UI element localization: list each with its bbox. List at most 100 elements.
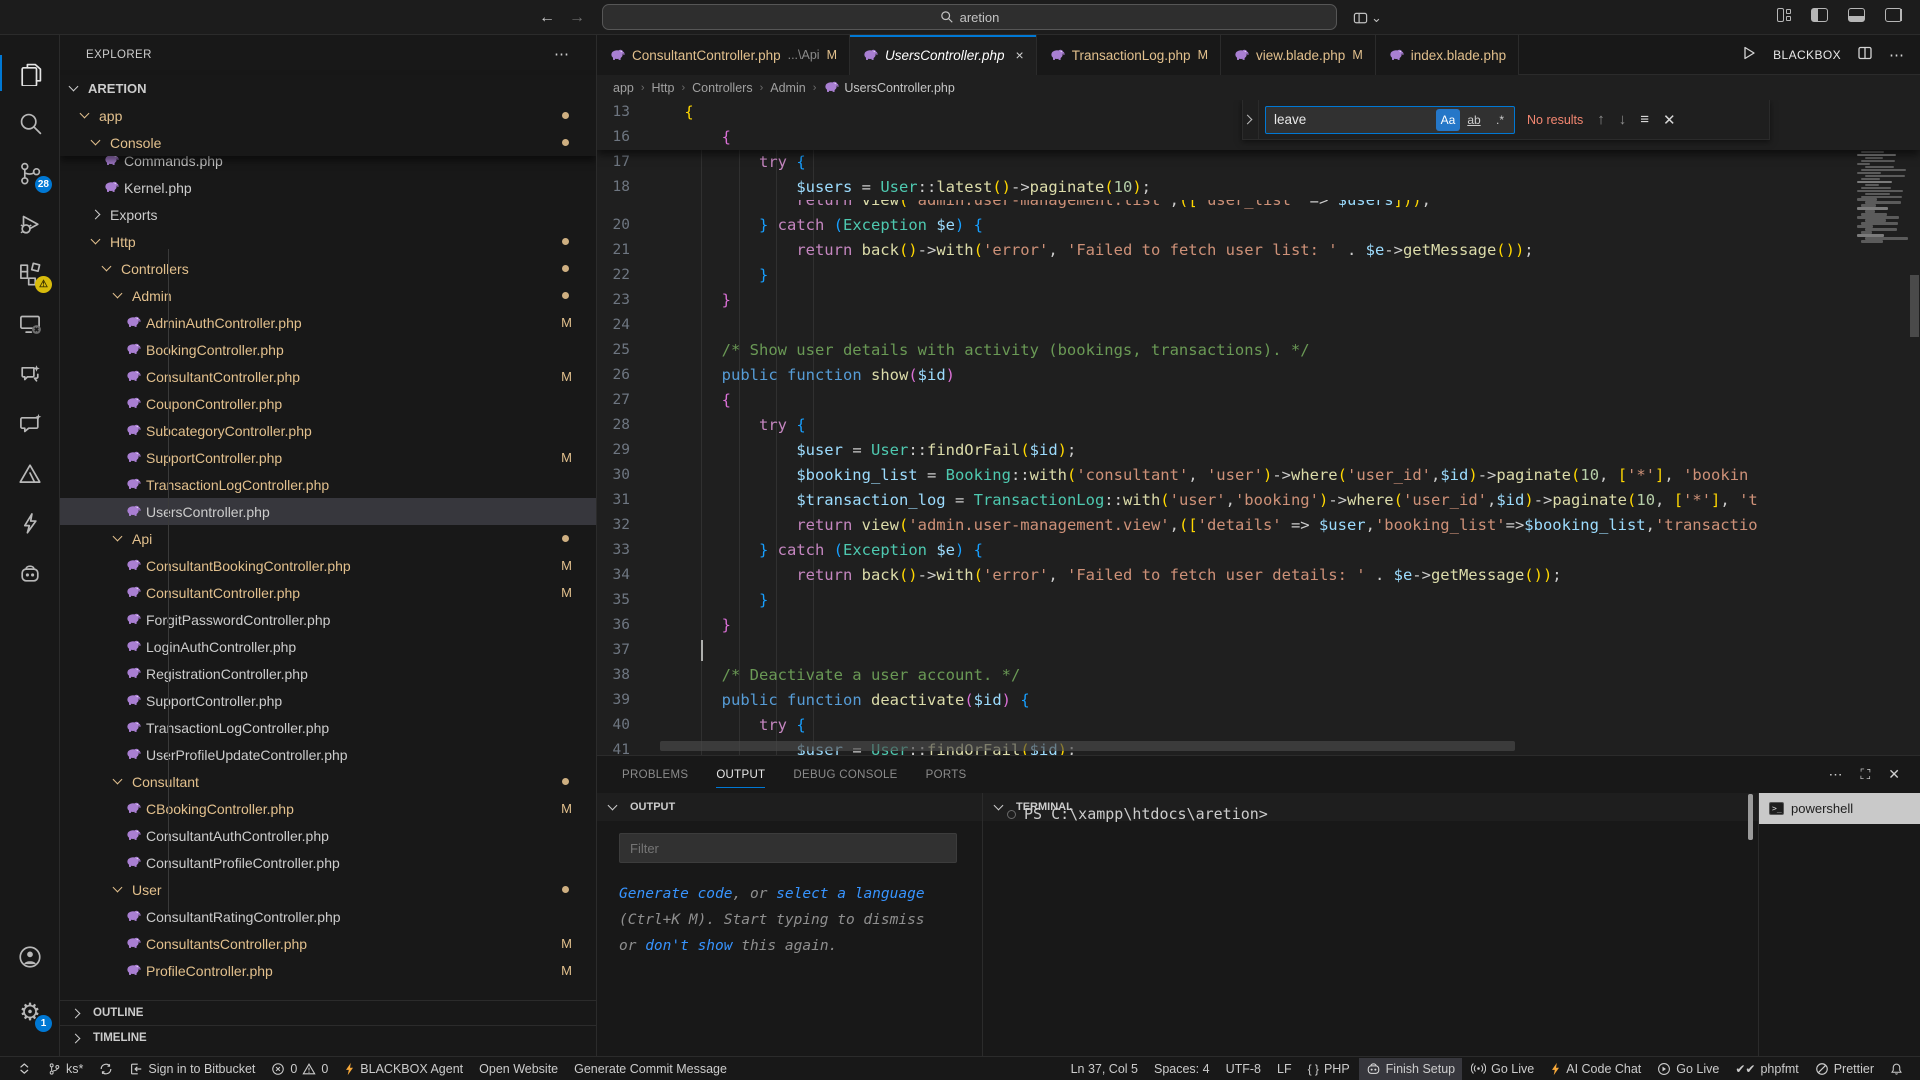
tree-file-Commands.php[interactable]: Commands.php	[60, 156, 596, 174]
status-sync[interactable]	[92, 1058, 120, 1080]
code-line-25[interactable]: 25 /* Show user details with activity (b…	[597, 338, 1920, 363]
code-line-39[interactable]: 39 public function deactivate($id) {	[597, 688, 1920, 713]
vertical-scrollbar[interactable]	[1910, 275, 1919, 337]
find-close-icon[interactable]: ✕	[1663, 111, 1676, 129]
status-indentation[interactable]: Spaces: 4	[1147, 1058, 1217, 1080]
tree-folder-Controllers[interactable]: Controllers	[60, 255, 596, 282]
find-input[interactable]	[1266, 112, 1436, 127]
status-git-branch[interactable]: ks*	[41, 1058, 90, 1080]
match-case-button[interactable]: Aa	[1436, 109, 1460, 131]
tree-file-UsersController.php[interactable]: UsersController.php	[60, 498, 596, 525]
status-notifications[interactable]	[1883, 1058, 1910, 1080]
status-ai-code-chat[interactable]: AI Code Chat	[1543, 1058, 1648, 1080]
toggle-panel-icon[interactable]	[1848, 8, 1865, 22]
whole-word-button[interactable]: ab	[1462, 109, 1486, 131]
panel-more-icon[interactable]: ⋯	[1828, 766, 1842, 783]
code-line-21[interactable]: 21 return back()->with('error', 'Failed …	[597, 238, 1920, 263]
code-line-19[interactable]: 19 return view('admin.user-management.li…	[597, 200, 1920, 213]
tree-file-ConsultantAuthController.php[interactable]: ConsultantAuthController.php	[60, 822, 596, 849]
status-eol[interactable]: LF	[1270, 1058, 1299, 1080]
code-line-23[interactable]: 23 }	[597, 288, 1920, 313]
code-line-31[interactable]: 31 $transaction_log = TransactionLog::wi…	[597, 488, 1920, 513]
activity-chat-ai[interactable]	[0, 349, 60, 397]
panel-tab-problems[interactable]: PROBLEMS	[622, 756, 688, 793]
code-line-30[interactable]: 30 $booking_list = Booking::with('consul…	[597, 463, 1920, 488]
breadcrumb[interactable]: app›Http›Controllers›Admin›UsersControll…	[597, 75, 1920, 100]
customize-layout-icon[interactable]	[1777, 8, 1791, 22]
run-icon[interactable]	[1741, 45, 1757, 64]
tree-file-SubcategoryController.php[interactable]: SubcategoryController.php	[60, 417, 596, 444]
tree-file-ConsultantRatingController.php[interactable]: ConsultantRatingController.php	[60, 903, 596, 930]
command-center-search[interactable]: aretion	[602, 4, 1337, 30]
status-cursor-position[interactable]: Ln 37, Col 5	[1064, 1058, 1145, 1080]
panel-tab-output[interactable]: OUTPUT	[716, 756, 765, 793]
code-line-35[interactable]: 35 }	[597, 588, 1920, 613]
find-next-icon[interactable]: ↓	[1619, 111, 1627, 128]
tree-folder-Console[interactable]: Console	[60, 129, 596, 156]
blackbox-button[interactable]: BLACKBOX	[1773, 48, 1841, 62]
outline-section[interactable]: OUTLINE	[60, 1000, 596, 1025]
toggle-secondary-sidebar-icon[interactable]	[1885, 8, 1902, 22]
tree-folder-User[interactable]: User	[60, 876, 596, 903]
activity-accounts[interactable]	[0, 933, 60, 981]
breadcrumb-item[interactable]: Controllers	[692, 81, 752, 95]
tab-ConsultantController.php[interactable]: ConsultantController.php...\ApiM	[597, 35, 850, 75]
more-actions-icon[interactable]: ⋯	[1889, 46, 1904, 64]
tree-file-ForgitPasswordController.php[interactable]: ForgitPasswordController.php	[60, 606, 596, 633]
regex-button[interactable]: .*	[1488, 109, 1512, 131]
code-line-38[interactable]: 38 /* Deactivate a user account. */	[597, 663, 1920, 688]
tree-folder-Consultant[interactable]: Consultant	[60, 768, 596, 795]
close-icon[interactable]: ×	[1016, 47, 1024, 63]
horizontal-scrollbar[interactable]	[660, 741, 1515, 751]
explorer-more-actions[interactable]: ⋯	[554, 45, 570, 63]
tree-file-AdminAuthController.php[interactable]: AdminAuthController.phpM	[60, 309, 596, 336]
tree-folder-Exports[interactable]: Exports	[60, 201, 596, 228]
status-phpfmt[interactable]: ✔✔phpfmt	[1728, 1058, 1805, 1080]
tree-file-ConsultantsController.php[interactable]: ConsultantsController.phpM	[60, 930, 596, 957]
tree-file-ConsultantBookingController.php[interactable]: ConsultantBookingController.phpM	[60, 552, 596, 579]
activity-search[interactable]	[0, 99, 60, 147]
tree-file-ConsultantProfileController.php[interactable]: ConsultantProfileController.php	[60, 849, 596, 876]
status-prettier[interactable]: Prettier	[1808, 1058, 1881, 1080]
breadcrumb-file[interactable]: UsersController.php	[823, 79, 954, 96]
terminal-view[interactable]: TERMINAL PS C:\xampp\htdocs\aretion> >_p…	[983, 793, 1920, 1057]
code-line-36[interactable]: 36 }	[597, 613, 1920, 638]
tree-file-ProfileController.php[interactable]: ProfileController.phpM	[60, 957, 596, 984]
tab-view.blade.php[interactable]: view.blade.phpM	[1221, 35, 1376, 75]
copilot-menu-button[interactable]: ⌄	[1352, 7, 1382, 29]
status-finish-setup[interactable]: Finish Setup	[1359, 1058, 1462, 1080]
activity-run-debug[interactable]	[0, 199, 60, 247]
code-line-22[interactable]: 22 }	[597, 263, 1920, 288]
panel-tab-debug-console[interactable]: DEBUG CONSOLE	[793, 756, 897, 793]
panel-tab-ports[interactable]: PORTS	[926, 756, 967, 793]
find-expand-chevron[interactable]	[1243, 100, 1259, 139]
tree-file-TransactionLogController.php[interactable]: TransactionLogController.php	[60, 471, 596, 498]
activity-extensions[interactable]: ⚠	[0, 249, 60, 297]
status-blackbox-agent[interactable]: BLACKBOX Agent	[337, 1058, 470, 1080]
tree-file-SupportController.php[interactable]: SupportController.php	[60, 687, 596, 714]
status-go-live-broadcast[interactable]: Go Live	[1464, 1058, 1541, 1080]
code-editor[interactable]: 17 try {18 $users = User::latest()->pagi…	[597, 100, 1920, 755]
status-bitbucket-signin[interactable]: Sign in to Bitbucket	[122, 1058, 262, 1080]
breadcrumb-item[interactable]: Admin	[770, 81, 805, 95]
forward-arrow-icon[interactable]: →	[566, 7, 588, 29]
tree-folder-app[interactable]: app	[60, 102, 596, 129]
output-link[interactable]: select a language	[776, 886, 924, 902]
code-line-29[interactable]: 29 $user = User::findOrFail($id);	[597, 438, 1920, 463]
tree-file-BookingController.php[interactable]: BookingController.php	[60, 336, 596, 363]
code-line-24[interactable]: 24	[597, 313, 1920, 338]
status-open-website[interactable]: Open Website	[472, 1058, 565, 1080]
find-previous-icon[interactable]: ↑	[1597, 111, 1605, 128]
tab-index.blade.php[interactable]: index.blade.php	[1376, 35, 1519, 75]
find-input-field[interactable]: Aa ab .*	[1265, 106, 1515, 134]
panel-maximize-icon[interactable]: ⛶	[1860, 766, 1870, 783]
code-line-26[interactable]: 26 public function show($id)	[597, 363, 1920, 388]
status-problems[interactable]: 00	[264, 1058, 335, 1080]
activity-remote-explorer[interactable]	[0, 299, 60, 347]
breadcrumb-item[interactable]: Http	[652, 81, 675, 95]
status-remote[interactable]	[10, 1058, 39, 1080]
tree-file-SupportController.php[interactable]: SupportController.phpM	[60, 444, 596, 471]
activity-explorer[interactable]	[0, 49, 60, 97]
code-line-37[interactable]: 37	[597, 638, 1920, 663]
timeline-section[interactable]: TIMELINE	[60, 1025, 596, 1050]
